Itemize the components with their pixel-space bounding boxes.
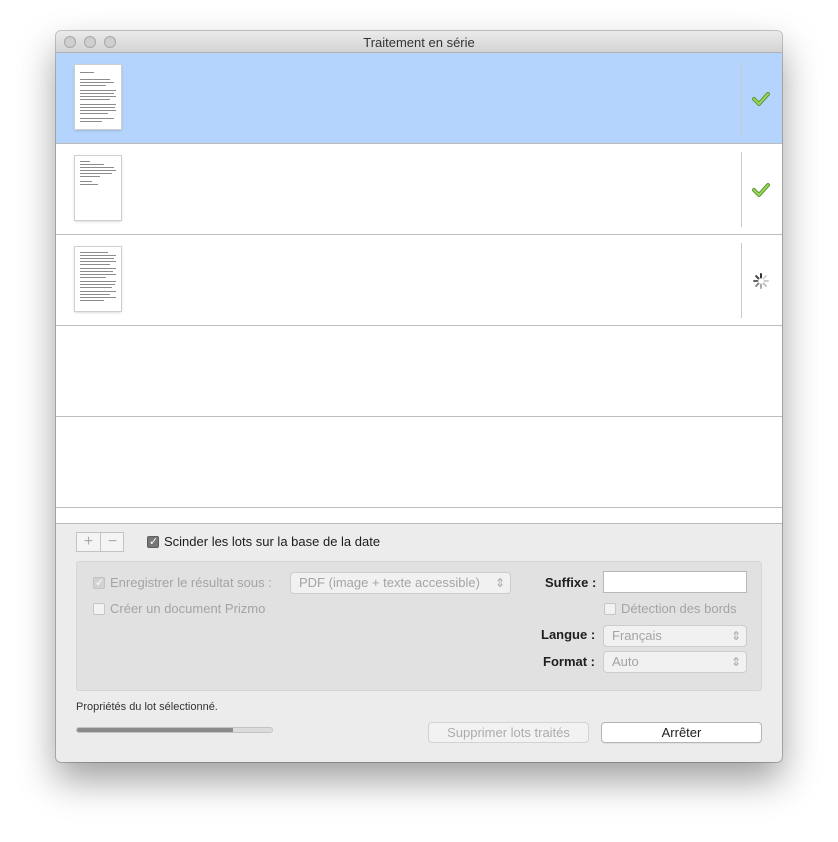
progress-bar (76, 727, 273, 733)
progress-fill (77, 728, 233, 732)
popup-arrows-icon: ⇕ (494, 576, 505, 590)
add-remove-control: + − (76, 532, 124, 552)
save-result-label: Enregistrer le résultat sous : (110, 575, 272, 590)
edge-detection-label: Détection des bords (621, 601, 737, 616)
suffix-input[interactable] (603, 571, 747, 593)
output-format-popup[interactable]: PDF (image + texte accessible) ⇕ (290, 572, 511, 594)
save-result-checkbox[interactable] (93, 576, 105, 589)
document-thumbnail (75, 65, 121, 129)
batch-row[interactable] (56, 235, 782, 326)
split-by-date-label: Scinder les lots sur la base de la date (164, 534, 381, 549)
language-popup[interactable]: Français ⇕ (603, 625, 747, 647)
status-text: Propriétés du lot sélectionné. (76, 701, 218, 713)
popup-arrows-icon: ⇕ (730, 629, 741, 643)
create-prizmo-label: Créer un document Prizmo (110, 601, 266, 616)
format-label: Format : (543, 654, 595, 669)
popup-arrows-icon: ⇕ (730, 655, 741, 669)
split-by-date-checkbox[interactable] (147, 535, 159, 548)
batch-list[interactable] (56, 53, 782, 524)
empty-row (56, 326, 782, 417)
create-prizmo-checkbox[interactable] (93, 603, 105, 615)
spinner-icon (751, 271, 771, 291)
title-bar: Traitement en série (56, 31, 782, 53)
window-title: Traitement en série (363, 35, 475, 50)
remove-batch-button[interactable]: − (101, 533, 124, 551)
suffix-label: Suffixe : (545, 575, 597, 590)
empty-row (56, 417, 782, 508)
language-label: Langue : (541, 627, 596, 642)
document-thumbnail (75, 156, 121, 220)
options-area: + − Scinder les lots sur la base de la d… (56, 524, 782, 762)
checkmark-icon (751, 180, 771, 200)
delete-processed-button[interactable]: Supprimer lots traités (428, 722, 589, 743)
format-popup[interactable]: Auto ⇕ (603, 651, 747, 673)
output-format-value: PDF (image + texte accessible) (299, 575, 480, 590)
language-value: Français (612, 628, 662, 643)
format-value: Auto (612, 654, 639, 669)
output-options-panel: Enregistrer le résultat sous : PDF (imag… (76, 561, 762, 691)
checkmark-icon (751, 89, 771, 109)
document-thumbnail (75, 247, 121, 311)
batch-row[interactable] (56, 144, 782, 235)
batch-row[interactable] (56, 53, 782, 144)
batch-processing-window: Traitement en série + − ✓ Scinder les lo… (56, 31, 782, 762)
edge-detection-checkbox[interactable] (604, 603, 616, 615)
add-batch-button[interactable]: + (77, 533, 100, 551)
stop-button[interactable]: Arrêter (601, 722, 762, 743)
